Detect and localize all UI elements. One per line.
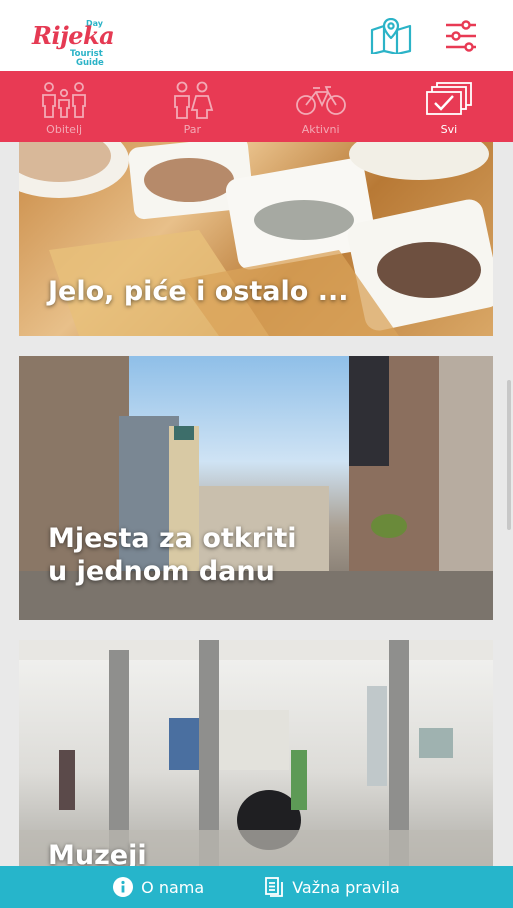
- rijeka-logo[interactable]: Day Rijeka Tourist Guide: [32, 11, 115, 68]
- about-label: O nama: [141, 877, 205, 897]
- category-title-city: Mjesta za otkriti u jednom danu: [48, 523, 297, 587]
- category-card-museum[interactable]: Muzeji: [19, 640, 493, 866]
- document-icon: [264, 877, 284, 897]
- sliders-icon[interactable]: [439, 16, 483, 56]
- about-button[interactable]: O nama: [113, 877, 204, 897]
- family-icon: [40, 79, 88, 121]
- scrollbar[interactable]: [507, 380, 511, 530]
- bicycle-icon: [295, 79, 346, 121]
- couple-icon: [170, 79, 214, 121]
- category-title-food: Jelo, piće i ostalo ...: [48, 276, 349, 307]
- filter-all[interactable]: Svi: [385, 71, 513, 142]
- category-title-museum: Muzeji: [48, 840, 147, 866]
- filter-couple-label: Par: [183, 123, 202, 136]
- logo-guide-text: Guide: [76, 57, 104, 68]
- info-icon: [113, 877, 134, 897]
- filter-family-label: Obitelj: [46, 123, 83, 136]
- filter-all-label: Svi: [440, 123, 458, 136]
- category-list: Jelo, piće i ostalo ... Mjesta za otkrit…: [0, 142, 513, 866]
- all-check-icon: [425, 79, 473, 121]
- logo-name-text: Rijeka: [32, 20, 115, 50]
- filter-couple[interactable]: Par: [128, 71, 256, 142]
- museum-photo: [19, 640, 493, 866]
- map-pin-icon[interactable]: [369, 16, 413, 56]
- rules-button[interactable]: Važna pravila: [264, 877, 400, 897]
- filter-active-label: Aktivni: [301, 123, 340, 136]
- category-card-food[interactable]: Jelo, piće i ostalo ...: [19, 142, 493, 336]
- category-card-city[interactable]: Mjesta za otkriti u jednom danu: [19, 356, 493, 620]
- filter-family[interactable]: Obitelj: [0, 71, 128, 142]
- app-header: Day Rijeka Tourist Guide: [0, 0, 513, 71]
- bottom-bar: O nama Važna pravila: [0, 866, 513, 908]
- rules-label: Važna pravila: [292, 877, 400, 897]
- filter-active[interactable]: Aktivni: [257, 71, 385, 142]
- category-filter-bar: Obitelj Par Aktivni Svi: [0, 71, 513, 142]
